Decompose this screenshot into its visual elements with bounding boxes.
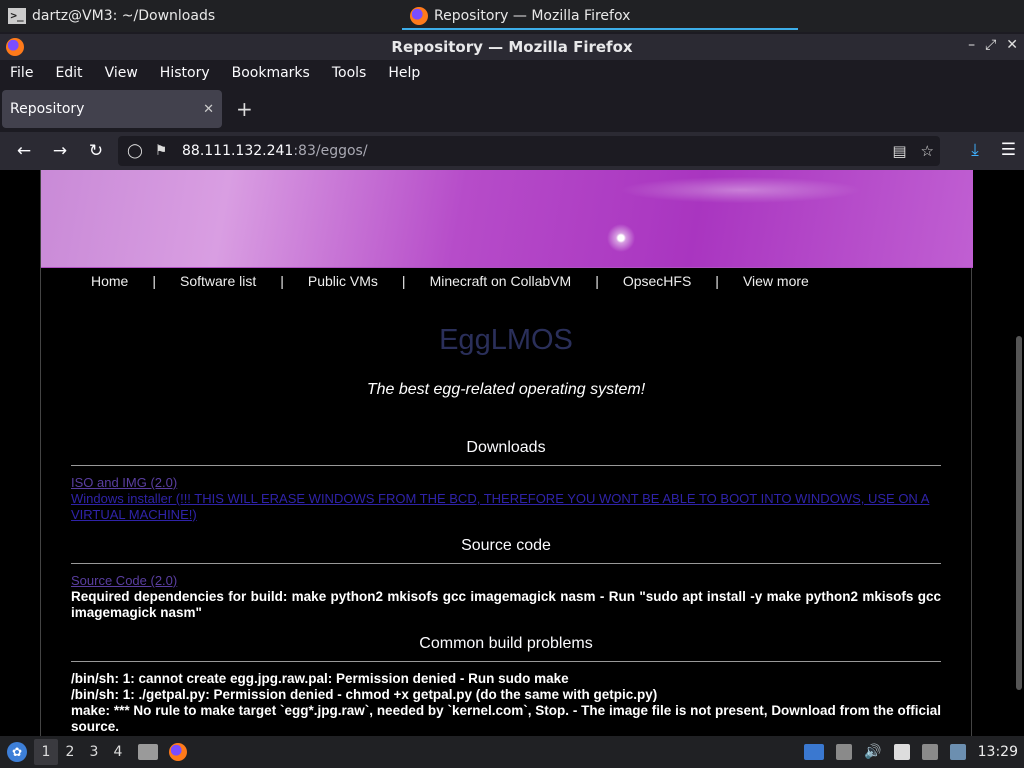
new-tab-icon[interactable]: + <box>236 97 253 121</box>
task-terminal[interactable]: >_ dartz@VM3: ~/Downloads <box>0 0 400 32</box>
tab-repository[interactable]: Repository ✕ <box>2 90 222 128</box>
task-firefox-label: Repository — Mozilla Firefox <box>434 8 631 24</box>
header-banner <box>41 170 973 268</box>
menu-history[interactable]: History <box>160 65 210 81</box>
bookmark-star-icon[interactable]: ☆ <box>921 142 934 160</box>
menu-file[interactable]: File <box>10 65 33 81</box>
nav-public-vms[interactable]: Public VMs <box>308 273 378 289</box>
download-icon[interactable]: ⤓ <box>971 140 979 160</box>
forward-icon[interactable]: → <box>42 141 78 161</box>
url-host: 88.111.132.241 <box>182 143 294 159</box>
nav-separator: | <box>152 273 156 289</box>
problem-line: /bin/sh: 1: cannot create egg.jpg.raw.pa… <box>71 671 569 686</box>
windows-installer-link[interactable]: Windows installer (!!! THIS WILL ERASE W… <box>71 491 941 523</box>
firefox-icon <box>410 7 428 25</box>
task-terminal-label: dartz@VM3: ~/Downloads <box>32 8 216 24</box>
menu-tools[interactable]: Tools <box>332 65 367 81</box>
close-icon[interactable]: ✕ <box>1006 37 1018 53</box>
clock[interactable]: 13:29 <box>978 744 1018 760</box>
source-code-link[interactable]: Source Code (2.0) <box>71 573 941 589</box>
maximize-icon[interactable]: ⤢ <box>985 37 996 53</box>
minimize-icon[interactable]: – <box>968 37 975 53</box>
start-menu-button[interactable]: ✿ <box>2 737 32 767</box>
network-icon[interactable] <box>921 744 938 760</box>
page-content: EggLMOS The best egg-related operating s… <box>41 324 971 735</box>
menu-bar: File Edit View History Bookmarks Tools H… <box>0 60 1024 86</box>
firefox-icon <box>6 38 24 56</box>
back-icon[interactable]: ← <box>6 141 42 161</box>
nav-separator: | <box>595 273 599 289</box>
nav-home[interactable]: Home <box>91 273 128 289</box>
page-title: EggLMOS <box>439 324 573 356</box>
menu-bookmarks[interactable]: Bookmarks <box>232 65 310 81</box>
firefox-launcher[interactable] <box>166 741 190 763</box>
clipboard-icon[interactable] <box>836 744 853 760</box>
file-manager-launcher[interactable] <box>136 741 160 763</box>
problem-line: make: *** No rule to make target `egg*.j… <box>71 703 941 734</box>
site-nav: Home | Software list | Public VMs | Mine… <box>41 268 971 294</box>
tab-title: Repository <box>10 101 85 117</box>
show-desktop-icon[interactable] <box>804 744 825 760</box>
nav-view-more[interactable]: View more <box>743 273 809 289</box>
window-title: Repository — Mozilla Firefox <box>391 38 633 56</box>
task-firefox[interactable]: Repository — Mozilla Firefox <box>402 0 798 32</box>
lock-icon[interactable]: ⚑ <box>152 143 170 159</box>
navigation-toolbar: ← → ↻ ◯ ⚑ 88.111.132.241:83/eggos/ ▤ ☆ ⤓… <box>0 132 1024 170</box>
nav-minecraft[interactable]: Minecraft on CollabVM <box>430 273 572 289</box>
nav-separator: | <box>715 273 719 289</box>
system-tray: 🔊 13:29 <box>804 736 1024 768</box>
shield-icon[interactable]: ◯ <box>126 143 144 159</box>
reader-view-icon[interactable]: ▤ <box>892 142 906 160</box>
page-scrollbar[interactable] <box>1016 336 1022 690</box>
build-problems-heading: Common build problems <box>71 635 941 662</box>
hamburger-menu-icon[interactable]: ☰ <box>1001 140 1016 160</box>
source-code-heading: Source code <box>71 537 941 564</box>
problem-line: /bin/sh: 1: ./getpal.py: Permission deni… <box>71 687 658 702</box>
web-viewport: Home | Software list | Public VMs | Mine… <box>0 170 1024 736</box>
workspace-4[interactable]: 4 <box>106 744 130 760</box>
firefox-icon <box>169 743 187 761</box>
updates-icon[interactable] <box>949 744 966 760</box>
menu-edit[interactable]: Edit <box>55 65 82 81</box>
app-launcher-icon: ✿ <box>7 742 27 762</box>
workspace-1[interactable]: 1 <box>34 739 58 765</box>
menu-help[interactable]: Help <box>388 65 420 81</box>
volume-icon[interactable]: 🔊 <box>864 744 881 760</box>
url-bar[interactable]: ◯ ⚑ 88.111.132.241:83/eggos/ ▤ ☆ <box>118 136 940 166</box>
workspace-3[interactable]: 3 <box>82 744 106 760</box>
reload-icon[interactable]: ↻ <box>78 141 114 161</box>
nav-separator: | <box>280 273 284 289</box>
tagline: The best egg-related operating system! <box>366 381 646 398</box>
nav-software-list[interactable]: Software list <box>180 273 256 289</box>
desktop-bottom-taskbar: ✿ 1 2 3 4 🔊 13:29 <box>0 736 1024 768</box>
tab-bar: Repository ✕ + <box>0 88 1024 130</box>
url-path: :83/eggos/ <box>293 143 368 159</box>
close-tab-icon[interactable]: ✕ <box>203 102 214 117</box>
menu-view[interactable]: View <box>105 65 138 81</box>
desktop-top-taskbar: >_ dartz@VM3: ~/Downloads Repository — M… <box>0 0 1024 32</box>
nav-separator: | <box>401 273 406 289</box>
folder-icon <box>138 744 158 760</box>
workspace-2[interactable]: 2 <box>58 744 82 760</box>
page-container: Home | Software list | Public VMs | Mine… <box>40 170 973 736</box>
notes-icon[interactable] <box>893 744 910 760</box>
downloads-heading: Downloads <box>71 439 941 466</box>
terminal-icon: >_ <box>8 8 26 24</box>
dependencies-note: Required dependencies for build: make py… <box>71 589 941 620</box>
window-titlebar: Repository — Mozilla Firefox – ⤢ ✕ <box>0 34 1024 60</box>
iso-img-link[interactable]: ISO and IMG (2.0) <box>71 475 941 491</box>
nav-opsechfs[interactable]: OpsecHFS <box>623 273 691 289</box>
